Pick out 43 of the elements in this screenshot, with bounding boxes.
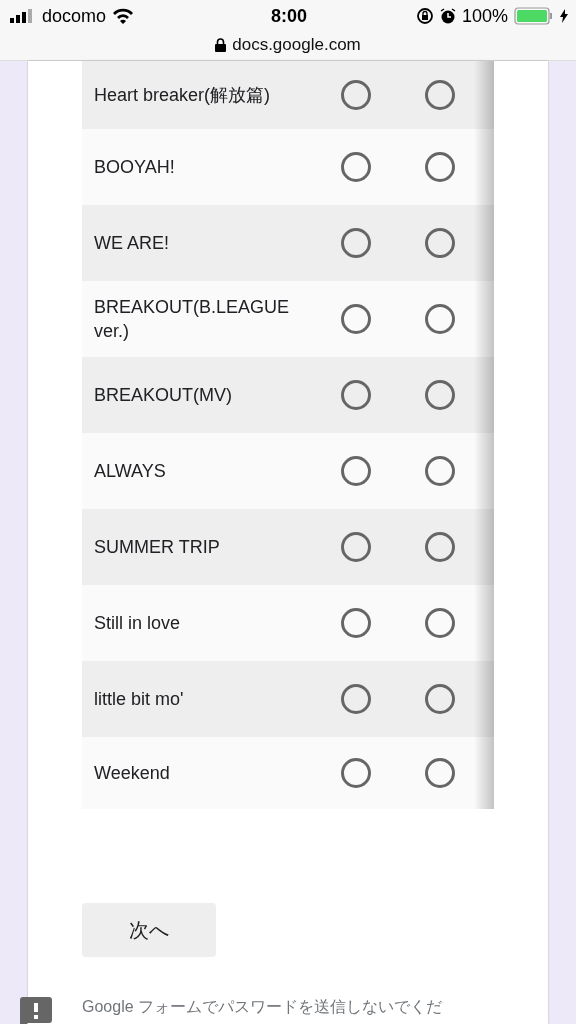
rotation-lock-icon: [415, 7, 434, 25]
radio-button[interactable]: [341, 152, 371, 182]
row-label: Weekend: [94, 762, 171, 785]
radio-button[interactable]: [425, 228, 455, 258]
radio-button[interactable]: [341, 608, 371, 638]
lock-icon: [215, 38, 227, 52]
battery-percent: 100%: [461, 5, 508, 27]
row-label: Heart breaker(解放篇): [94, 84, 272, 107]
alarm-icon: [439, 8, 456, 24]
charging-icon: [560, 9, 568, 23]
radio-button[interactable]: [425, 304, 455, 334]
radio-button[interactable]: [341, 228, 371, 258]
battery-icon: [514, 7, 554, 25]
row-label: BREAKOUT(MV): [94, 384, 233, 407]
radio-button[interactable]: [341, 380, 371, 410]
row-label: SUMMER TRIP: [94, 536, 221, 559]
wifi-icon: [112, 8, 135, 24]
radio-button[interactable]: [425, 608, 455, 638]
next-button[interactable]: 次へ: [82, 903, 216, 957]
radio-button[interactable]: [425, 152, 455, 182]
carrier-name: docomo: [42, 5, 107, 27]
radio-button[interactable]: [341, 532, 371, 562]
radio-button[interactable]: [425, 532, 455, 562]
radio-button[interactable]: [341, 684, 371, 714]
row-label: WE ARE!: [94, 232, 170, 255]
radio-button[interactable]: [425, 80, 455, 110]
radio-button[interactable]: [341, 456, 371, 486]
url-text: docs.google.com: [232, 35, 361, 55]
row-label: BOOYAH!: [94, 156, 176, 179]
row-label: little bit mo': [94, 688, 185, 711]
feedback-icon[interactable]: [20, 997, 52, 1024]
radio-button[interactable]: [425, 758, 455, 788]
row-label: ALWAYS: [94, 460, 167, 483]
radio-button[interactable]: [341, 304, 371, 334]
radio-button[interactable]: [341, 758, 371, 788]
row-label: Still in love: [94, 612, 182, 635]
radio-button[interactable]: [425, 684, 455, 714]
row-label: BREAKOUT(B.LEAGUE ver.): [94, 296, 291, 343]
radio-button[interactable]: [341, 80, 371, 110]
clock-time: 8:00: [271, 5, 307, 27]
radio-button[interactable]: [425, 380, 455, 410]
footer-note: Google フォームでパスワードを送信しないでくだ: [82, 997, 444, 1017]
radio-button[interactable]: [425, 456, 455, 486]
